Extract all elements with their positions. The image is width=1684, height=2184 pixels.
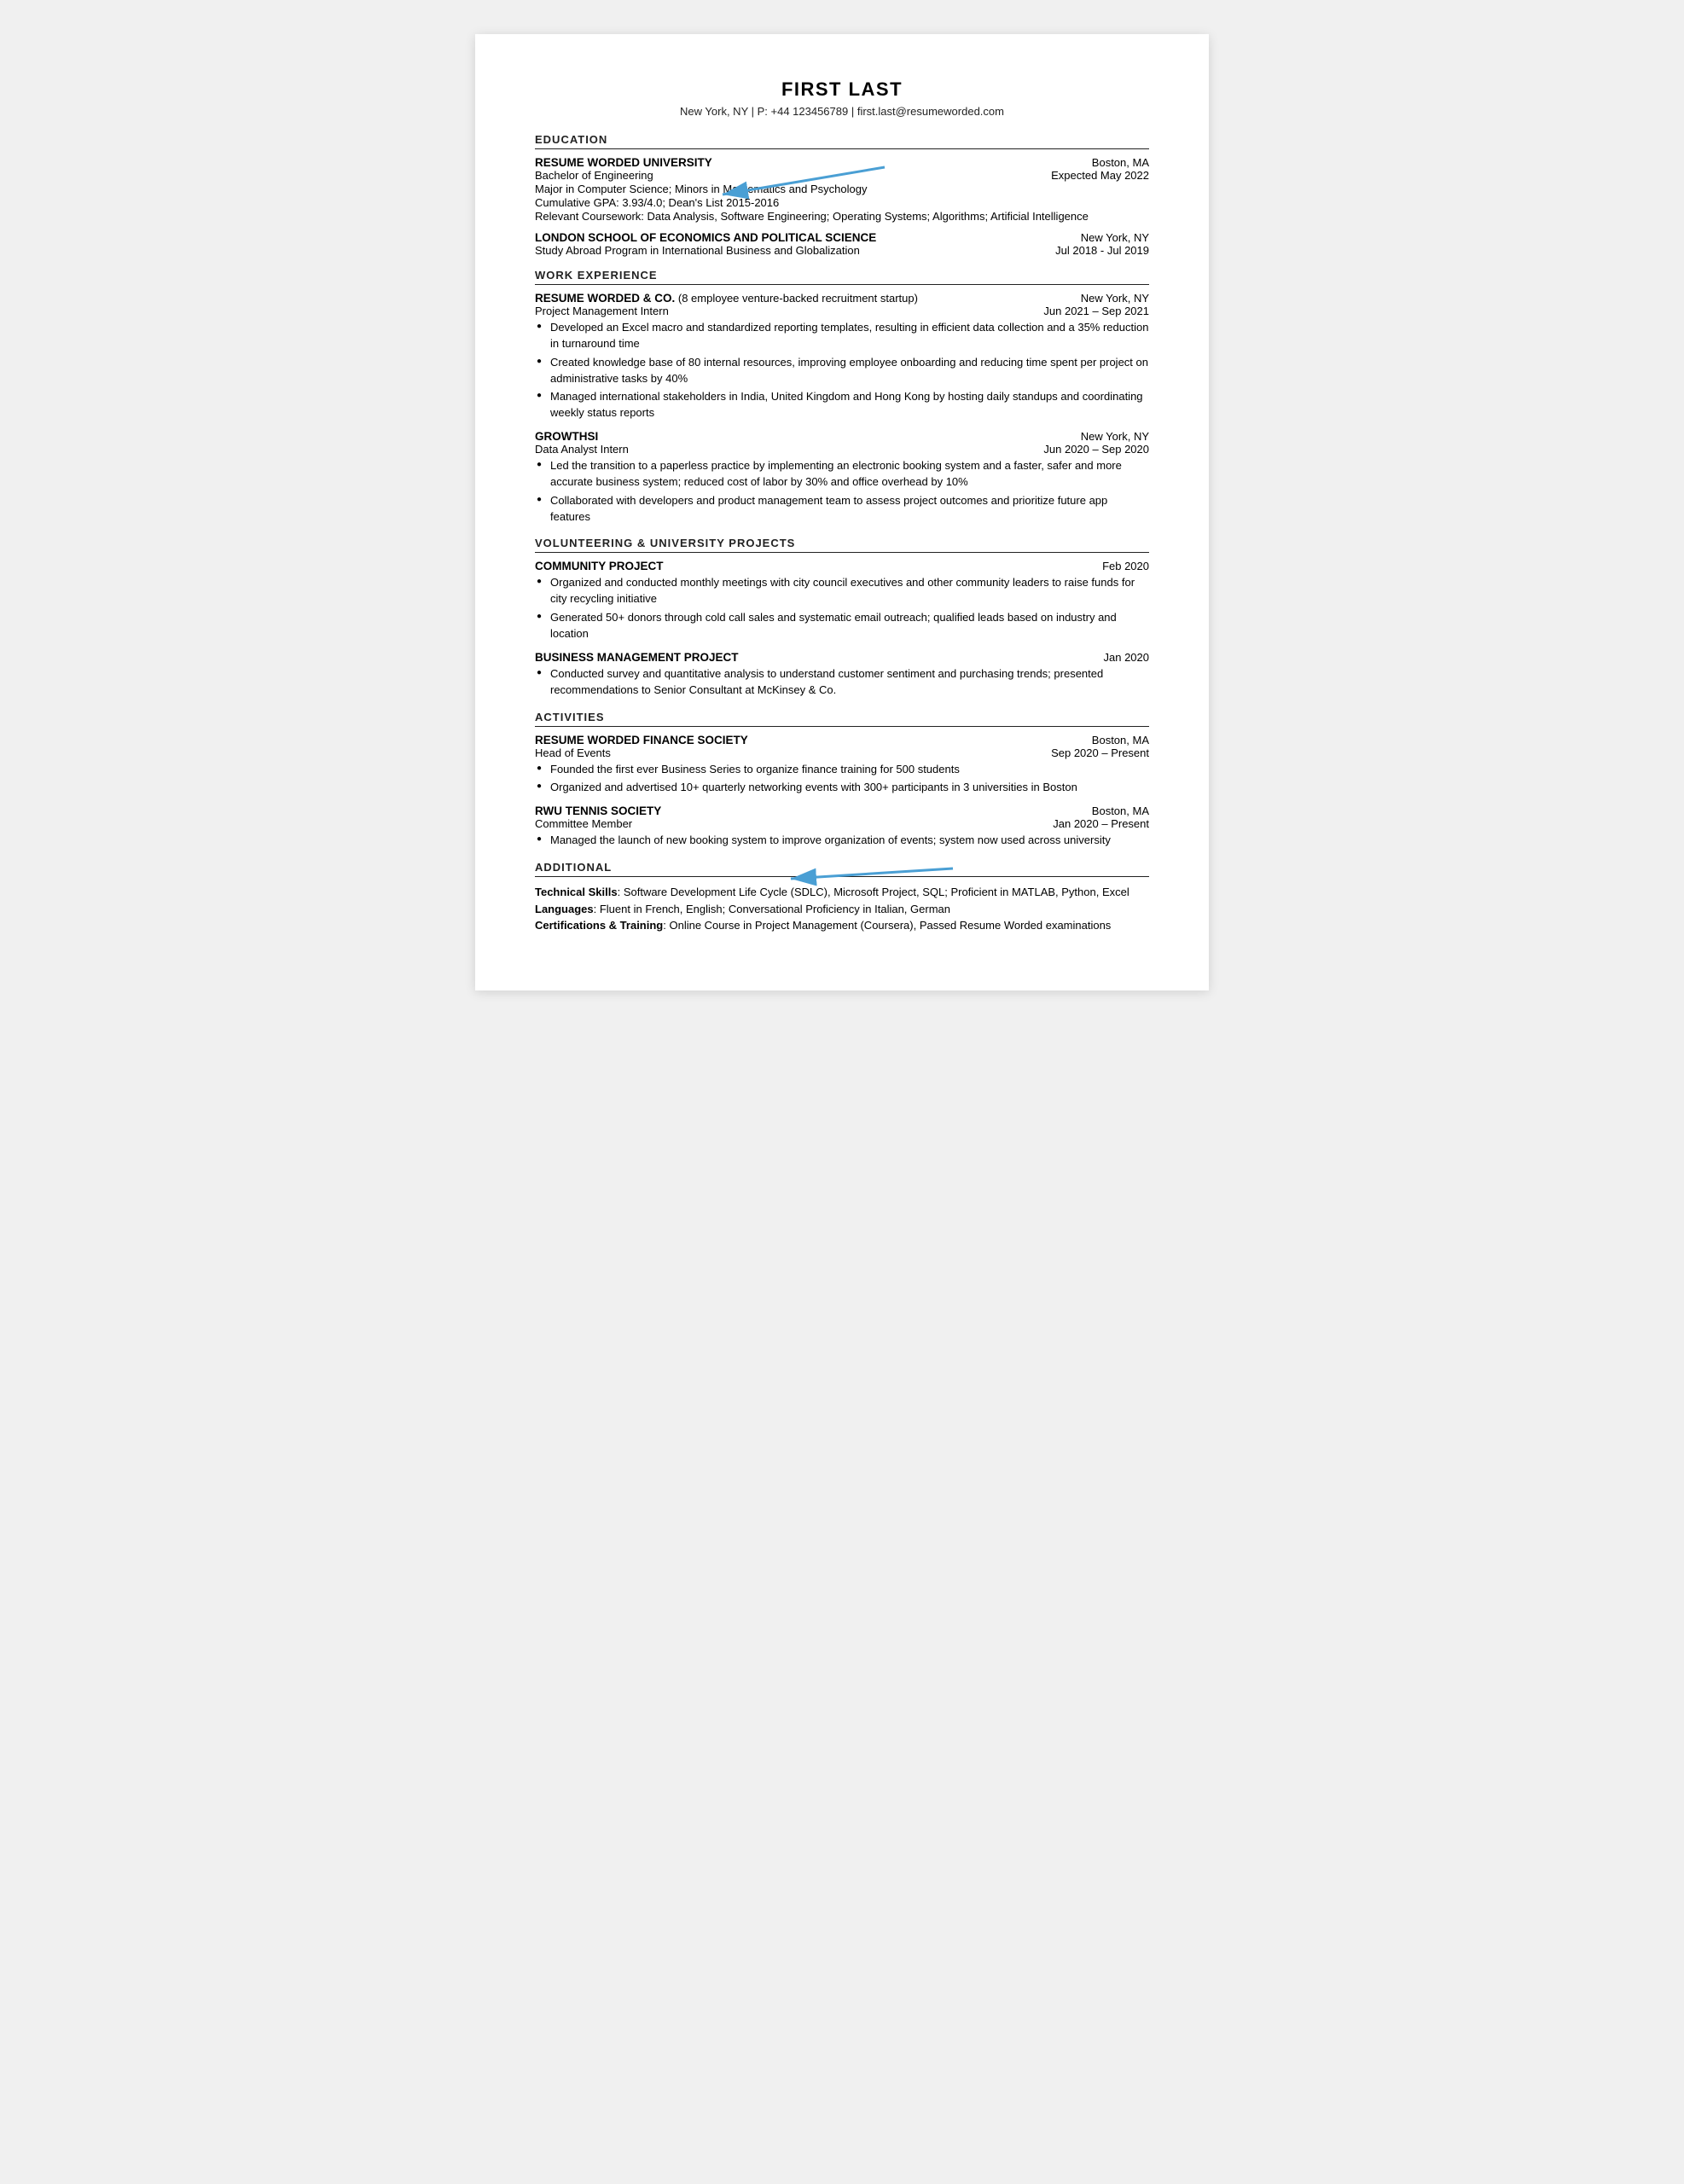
degree-1: Bachelor of Engineering bbox=[535, 169, 653, 182]
school-name-1: RESUME WORDED UNIVERSITY bbox=[535, 156, 712, 169]
candidate-contact: New York, NY | P: +44 123456789 | first.… bbox=[535, 105, 1149, 118]
volunteering-entry-1-header: COMMUNITY PROJECT Feb 2020 bbox=[535, 560, 1149, 572]
school-location-2: New York, NY bbox=[1081, 231, 1149, 244]
additional-text-1: : Software Development Life Cycle (SDLC)… bbox=[618, 886, 1129, 898]
grad-date-2: Jul 2018 - Jul 2019 bbox=[1055, 244, 1149, 257]
bullet-item: Led the transition to a paperless practi… bbox=[535, 458, 1149, 491]
work-entry-2-subtitle: Data Analyst Intern Jun 2020 – Sep 2020 bbox=[535, 443, 1149, 456]
activities-entry-2-subtitle: Committee Member Jan 2020 – Present bbox=[535, 817, 1149, 830]
company-name-1: RESUME WORDED & CO. (8 employee venture-… bbox=[535, 292, 918, 305]
additional-label-2: Languages bbox=[535, 903, 594, 915]
bullet-item: Managed international stakeholders in In… bbox=[535, 389, 1149, 421]
activity-name-2: RWU TENNIS SOCIETY bbox=[535, 804, 661, 817]
work-entry-1-subtitle: Project Management Intern Jun 2021 – Sep… bbox=[535, 305, 1149, 317]
activities-entry-1-bullets: Founded the first ever Business Series t… bbox=[535, 762, 1149, 797]
work-entry-2-header: GROWTHSI New York, NY bbox=[535, 430, 1149, 443]
work-entry-1-bullets: Developed an Excel macro and standardize… bbox=[535, 320, 1149, 421]
education-entry-1-header: RESUME WORDED UNIVERSITY Boston, MA bbox=[535, 156, 1149, 169]
edu-detail-2: Cumulative GPA: 3.93/4.0; Dean's List 20… bbox=[535, 196, 1149, 209]
company-name-2: GROWTHSI bbox=[535, 430, 598, 443]
volunteering-entry-2-header: BUSINESS MANAGEMENT PROJECT Jan 2020 bbox=[535, 651, 1149, 664]
additional-line-1: Technical Skills: Software Development L… bbox=[535, 884, 1149, 901]
candidate-name: FIRST LAST bbox=[535, 78, 1149, 101]
resume-header: FIRST LAST New York, NY | P: +44 1234567… bbox=[535, 78, 1149, 118]
volunteering-entry-1: COMMUNITY PROJECT Feb 2020 Organized and… bbox=[535, 560, 1149, 642]
additional-section-title: ADDITIONAL bbox=[535, 861, 1149, 877]
work-entry-1: RESUME WORDED & CO. (8 employee venture-… bbox=[535, 292, 1149, 421]
role-2: Data Analyst Intern bbox=[535, 443, 629, 456]
bullet-item: Created knowledge base of 80 internal re… bbox=[535, 355, 1149, 387]
activity-date-1: Sep 2020 – Present bbox=[1051, 746, 1149, 759]
bullet-item: Organized and conducted monthly meetings… bbox=[535, 575, 1149, 607]
bullet-item: Generated 50+ donors through cold call s… bbox=[535, 610, 1149, 642]
additional-text-3: : Online Course in Project Management (C… bbox=[663, 919, 1111, 932]
activity-role-2: Committee Member bbox=[535, 817, 632, 830]
edu-detail-1: Major in Computer Science; Minors in Mat… bbox=[535, 183, 1149, 195]
work-location-2: New York, NY bbox=[1081, 430, 1149, 443]
bullet-item: Managed the launch of new booking system… bbox=[535, 833, 1149, 849]
work-entry-2: GROWTHSI New York, NY Data Analyst Inter… bbox=[535, 430, 1149, 525]
activity-name-1: RESUME WORDED FINANCE SOCIETY bbox=[535, 734, 748, 746]
additional-section: ADDITIONAL Technical Skills: Software De… bbox=[535, 861, 1149, 934]
additional-line-3: Certifications & Training: Online Course… bbox=[535, 917, 1149, 934]
activity-role-1: Head of Events bbox=[535, 746, 611, 759]
education-entry-1: RESUME WORDED UNIVERSITY Boston, MA Bach… bbox=[535, 156, 1149, 223]
project-date-2: Jan 2020 bbox=[1104, 651, 1150, 664]
project-date-1: Feb 2020 bbox=[1102, 560, 1149, 572]
bullet-item: Founded the first ever Business Series t… bbox=[535, 762, 1149, 778]
role-1: Project Management Intern bbox=[535, 305, 669, 317]
work-date-2: Jun 2020 – Sep 2020 bbox=[1043, 443, 1149, 456]
activities-entry-1-subtitle: Head of Events Sep 2020 – Present bbox=[535, 746, 1149, 759]
education-section: EDUCATION RESUME WORDED UNIVERSITY Bosto… bbox=[535, 133, 1149, 257]
additional-label-3: Certifications & Training bbox=[535, 919, 663, 932]
bullet-item: Developed an Excel macro and standardize… bbox=[535, 320, 1149, 352]
work-entry-1-header: RESUME WORDED & CO. (8 employee venture-… bbox=[535, 292, 1149, 305]
activity-location-2: Boston, MA bbox=[1092, 804, 1149, 817]
activities-entry-1-header: RESUME WORDED FINANCE SOCIETY Boston, MA bbox=[535, 734, 1149, 746]
education-entry-1-subtitle: Bachelor of Engineering Expected May 202… bbox=[535, 169, 1149, 182]
bullet-item: Conducted survey and quantitative analys… bbox=[535, 666, 1149, 699]
additional-line-2: Languages: Fluent in French, English; Co… bbox=[535, 901, 1149, 918]
project-name-1: COMMUNITY PROJECT bbox=[535, 560, 664, 572]
project-name-2: BUSINESS MANAGEMENT PROJECT bbox=[535, 651, 739, 664]
school-name-2: LONDON SCHOOL OF ECONOMICS AND POLITICAL… bbox=[535, 231, 876, 244]
additional-label-1: Technical Skills bbox=[535, 886, 618, 898]
work-location-1: New York, NY bbox=[1081, 292, 1149, 305]
activity-location-1: Boston, MA bbox=[1092, 734, 1149, 746]
education-section-title: EDUCATION bbox=[535, 133, 1149, 149]
activities-section: ACTIVITIES RESUME WORDED FINANCE SOCIETY… bbox=[535, 711, 1149, 850]
school-location-1: Boston, MA bbox=[1092, 156, 1149, 169]
education-entry-2: LONDON SCHOOL OF ECONOMICS AND POLITICAL… bbox=[535, 231, 1149, 257]
activities-entry-2-bullets: Managed the launch of new booking system… bbox=[535, 833, 1149, 849]
work-experience-section: WORK EXPERIENCE RESUME WORDED & CO. (8 e… bbox=[535, 269, 1149, 525]
volunteering-entry-2: BUSINESS MANAGEMENT PROJECT Jan 2020 Con… bbox=[535, 651, 1149, 699]
work-section-title: WORK EXPERIENCE bbox=[535, 269, 1149, 285]
education-entry-2-header: LONDON SCHOOL OF ECONOMICS AND POLITICAL… bbox=[535, 231, 1149, 244]
volunteering-entry-1-bullets: Organized and conducted monthly meetings… bbox=[535, 575, 1149, 642]
education-entry-2-subtitle: Study Abroad Program in International Bu… bbox=[535, 244, 1149, 257]
activities-section-title: ACTIVITIES bbox=[535, 711, 1149, 727]
bullet-item: Collaborated with developers and product… bbox=[535, 493, 1149, 526]
degree-2: Study Abroad Program in International Bu… bbox=[535, 244, 860, 257]
bullet-item: Organized and advertised 10+ quarterly n… bbox=[535, 780, 1149, 796]
volunteering-entry-2-bullets: Conducted survey and quantitative analys… bbox=[535, 666, 1149, 699]
volunteering-section-title: VOLUNTEERING & UNIVERSITY PROJECTS bbox=[535, 537, 1149, 553]
resume-document: FIRST LAST New York, NY | P: +44 1234567… bbox=[475, 34, 1209, 990]
volunteering-section: VOLUNTEERING & UNIVERSITY PROJECTS COMMU… bbox=[535, 537, 1149, 698]
activities-entry-2-header: RWU TENNIS SOCIETY Boston, MA bbox=[535, 804, 1149, 817]
additional-text-2: : Fluent in French, English; Conversatio… bbox=[594, 903, 950, 915]
work-date-1: Jun 2021 – Sep 2021 bbox=[1043, 305, 1149, 317]
activity-date-2: Jan 2020 – Present bbox=[1053, 817, 1149, 830]
grad-date-1: Expected May 2022 bbox=[1051, 169, 1149, 182]
work-entry-2-bullets: Led the transition to a paperless practi… bbox=[535, 458, 1149, 525]
activities-entry-2: RWU TENNIS SOCIETY Boston, MA Committee … bbox=[535, 804, 1149, 849]
activities-entry-1: RESUME WORDED FINANCE SOCIETY Boston, MA… bbox=[535, 734, 1149, 797]
edu-detail-3: Relevant Coursework: Data Analysis, Soft… bbox=[535, 210, 1149, 223]
